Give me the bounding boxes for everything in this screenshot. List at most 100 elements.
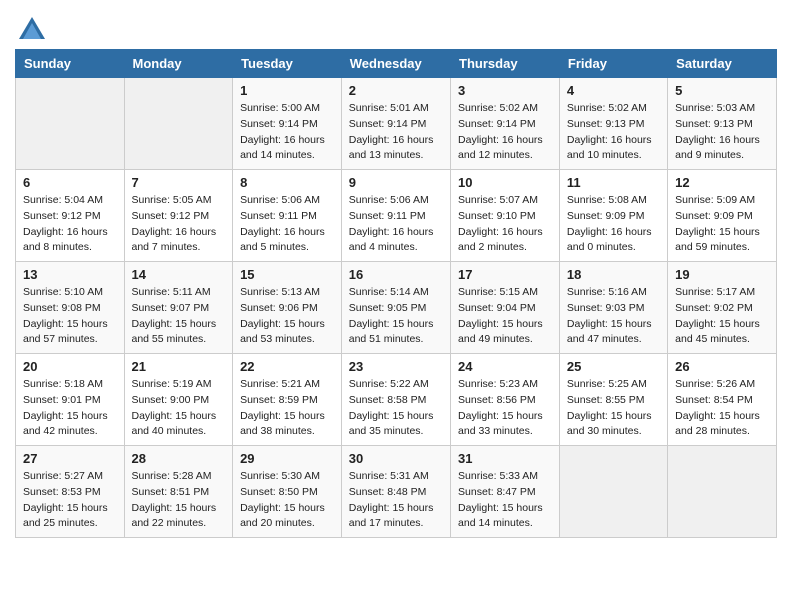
calendar-cell: 16 Sunrise: 5:14 AMSunset: 9:05 PMDayligh… — [341, 262, 450, 354]
day-number: 17 — [458, 267, 552, 282]
calendar-cell: 8 Sunrise: 5:06 AMSunset: 9:11 PMDaylight… — [233, 170, 342, 262]
day-header-tuesday: Tuesday — [233, 50, 342, 78]
day-header-sunday: Sunday — [16, 50, 125, 78]
day-number: 22 — [240, 359, 334, 374]
day-info: Sunrise: 5:22 AMSunset: 8:58 PMDaylight:… — [349, 377, 443, 440]
calendar-cell: 31 Sunrise: 5:33 AMSunset: 8:47 PMDayligh… — [451, 446, 560, 538]
calendar-week-3: 13 Sunrise: 5:10 AMSunset: 9:08 PMDayligh… — [16, 262, 777, 354]
calendar-cell — [16, 78, 125, 170]
day-number: 6 — [23, 175, 117, 190]
day-info: Sunrise: 5:15 AMSunset: 9:04 PMDaylight:… — [458, 285, 552, 348]
calendar-cell: 24Sunrise: 5:23 AMSunset: 8:56 PMDayligh… — [451, 354, 560, 446]
day-number: 9 — [349, 175, 443, 190]
day-info: Sunrise: 5:06 AMSunset: 9:11 PMDaylight:… — [240, 193, 334, 256]
day-number: 16 — [349, 267, 443, 282]
day-header-thursday: Thursday — [451, 50, 560, 78]
day-info: Sunrise: 5:11 AMSunset: 9:07 PMDaylight:… — [132, 285, 226, 348]
calendar-cell: 1Sunrise: 5:00 AMSunset: 9:14 PMDaylight… — [233, 78, 342, 170]
calendar-cell: 11 Sunrise: 5:08 AMSunset: 9:09 PMDayligh… — [559, 170, 667, 262]
day-number: 7 — [132, 175, 226, 190]
day-info: Sunrise: 5:27 AMSunset: 8:53 PMDaylight:… — [23, 469, 117, 532]
day-number: 29 — [240, 451, 334, 466]
day-info: Sunrise: 5:26 AMSunset: 8:54 PMDaylight:… — [675, 377, 769, 440]
day-info: Sunrise: 5:00 AMSunset: 9:14 PMDaylight:… — [240, 101, 334, 164]
calendar-week-1: 1Sunrise: 5:00 AMSunset: 9:14 PMDaylight… — [16, 78, 777, 170]
day-number: 11 — [567, 175, 660, 190]
calendar-cell: 2Sunrise: 5:01 AMSunset: 9:14 PMDaylight… — [341, 78, 450, 170]
day-number: 2 — [349, 83, 443, 98]
day-number: 19 — [675, 267, 769, 282]
calendar-cell: 21 Sunrise: 5:19 AMSunset: 9:00 PMDayligh… — [124, 354, 233, 446]
calendar-cell: 25 Sunrise: 5:25 AMSunset: 8:55 PMDayligh… — [559, 354, 667, 446]
logo-text — [15, 15, 49, 43]
calendar-cell: 6 Sunrise: 5:04 AMSunset: 9:12 PMDaylight… — [16, 170, 125, 262]
calendar-cell: 10 Sunrise: 5:07 AMSunset: 9:10 PMDayligh… — [451, 170, 560, 262]
calendar-cell: 3 Sunrise: 5:02 AMSunset: 9:14 PMDaylight… — [451, 78, 560, 170]
day-number: 10 — [458, 175, 552, 190]
calendar-week-2: 6 Sunrise: 5:04 AMSunset: 9:12 PMDaylight… — [16, 170, 777, 262]
calendar-week-5: 27Sunrise: 5:27 AMSunset: 8:53 PMDayligh… — [16, 446, 777, 538]
calendar-table: SundayMondayTuesdayWednesdayThursdayFrid… — [15, 49, 777, 538]
day-number: 21 — [132, 359, 226, 374]
day-number: 25 — [567, 359, 660, 374]
day-info: Sunrise: 5:17 AMSunset: 9:02 PMDaylight:… — [675, 285, 769, 348]
day-header-friday: Friday — [559, 50, 667, 78]
day-info: Sunrise: 5:14 AMSunset: 9:05 PMDaylight:… — [349, 285, 443, 348]
calendar-cell: 18 Sunrise: 5:16 AMSunset: 9:03 PMDayligh… — [559, 262, 667, 354]
day-info: Sunrise: 5:07 AMSunset: 9:10 PMDaylight:… — [458, 193, 552, 256]
day-info: Sunrise: 5:03 AMSunset: 9:13 PMDaylight:… — [675, 101, 769, 164]
day-number: 5 — [675, 83, 769, 98]
day-number: 14 — [132, 267, 226, 282]
calendar-cell: 17 Sunrise: 5:15 AMSunset: 9:04 PMDayligh… — [451, 262, 560, 354]
day-info: Sunrise: 5:06 AMSunset: 9:11 PMDaylight:… — [349, 193, 443, 256]
day-number: 3 — [458, 83, 552, 98]
day-info: Sunrise: 5:25 AMSunset: 8:55 PMDaylight:… — [567, 377, 660, 440]
calendar-cell: 5 Sunrise: 5:03 AMSunset: 9:13 PMDaylight… — [668, 78, 777, 170]
day-info: Sunrise: 5:18 AMSunset: 9:01 PMDaylight:… — [23, 377, 117, 440]
day-number: 31 — [458, 451, 552, 466]
day-info: Sunrise: 5:04 AMSunset: 9:12 PMDaylight:… — [23, 193, 117, 256]
calendar-cell — [668, 446, 777, 538]
day-info: Sunrise: 5:16 AMSunset: 9:03 PMDaylight:… — [567, 285, 660, 348]
day-info: Sunrise: 5:28 AMSunset: 8:51 PMDaylight:… — [132, 469, 226, 532]
day-info: Sunrise: 5:02 AMSunset: 9:14 PMDaylight:… — [458, 101, 552, 164]
day-info: Sunrise: 5:30 AMSunset: 8:50 PMDaylight:… — [240, 469, 334, 532]
logo — [15, 15, 49, 39]
day-info: Sunrise: 5:23 AMSunset: 8:56 PMDaylight:… — [458, 377, 552, 440]
day-info: Sunrise: 5:09 AMSunset: 9:09 PMDaylight:… — [675, 193, 769, 256]
calendar-cell: 22 Sunrise: 5:21 AMSunset: 8:59 PMDayligh… — [233, 354, 342, 446]
calendar-cell — [559, 446, 667, 538]
day-info: Sunrise: 5:31 AMSunset: 8:48 PMDaylight:… — [349, 469, 443, 532]
calendar-cell: 9 Sunrise: 5:06 AMSunset: 9:11 PMDaylight… — [341, 170, 450, 262]
calendar-cell: 28Sunrise: 5:28 AMSunset: 8:51 PMDayligh… — [124, 446, 233, 538]
day-info: Sunrise: 5:21 AMSunset: 8:59 PMDaylight:… — [240, 377, 334, 440]
day-number: 12 — [675, 175, 769, 190]
day-info: Sunrise: 5:08 AMSunset: 9:09 PMDaylight:… — [567, 193, 660, 256]
day-number: 26 — [675, 359, 769, 374]
day-info: Sunrise: 5:33 AMSunset: 8:47 PMDaylight:… — [458, 469, 552, 532]
calendar-week-4: 20 Sunrise: 5:18 AMSunset: 9:01 PMDayligh… — [16, 354, 777, 446]
day-number: 30 — [349, 451, 443, 466]
day-number: 18 — [567, 267, 660, 282]
day-number: 4 — [567, 83, 660, 98]
day-number: 23 — [349, 359, 443, 374]
day-number: 20 — [23, 359, 117, 374]
calendar-cell: 12 Sunrise: 5:09 AMSunset: 9:09 PMDayligh… — [668, 170, 777, 262]
calendar-cell: 4 Sunrise: 5:02 AMSunset: 9:13 PMDaylight… — [559, 78, 667, 170]
day-number: 8 — [240, 175, 334, 190]
day-info: Sunrise: 5:05 AMSunset: 9:12 PMDaylight:… — [132, 193, 226, 256]
day-number: 13 — [23, 267, 117, 282]
calendar-cell — [124, 78, 233, 170]
calendar-cell: 26 Sunrise: 5:26 AMSunset: 8:54 PMDayligh… — [668, 354, 777, 446]
day-info: Sunrise: 5:02 AMSunset: 9:13 PMDaylight:… — [567, 101, 660, 164]
calendar-cell: 19 Sunrise: 5:17 AMSunset: 9:02 PMDayligh… — [668, 262, 777, 354]
calendar-header-row: SundayMondayTuesdayWednesdayThursdayFrid… — [16, 50, 777, 78]
day-info: Sunrise: 5:10 AMSunset: 9:08 PMDaylight:… — [23, 285, 117, 348]
page-header — [15, 15, 777, 39]
day-header-monday: Monday — [124, 50, 233, 78]
day-header-wednesday: Wednesday — [341, 50, 450, 78]
calendar-cell: 29 Sunrise: 5:30 AMSunset: 8:50 PMDayligh… — [233, 446, 342, 538]
day-info: Sunrise: 5:19 AMSunset: 9:00 PMDaylight:… — [132, 377, 226, 440]
calendar-cell: 20 Sunrise: 5:18 AMSunset: 9:01 PMDayligh… — [16, 354, 125, 446]
calendar-cell: 13 Sunrise: 5:10 AMSunset: 9:08 PMDayligh… — [16, 262, 125, 354]
